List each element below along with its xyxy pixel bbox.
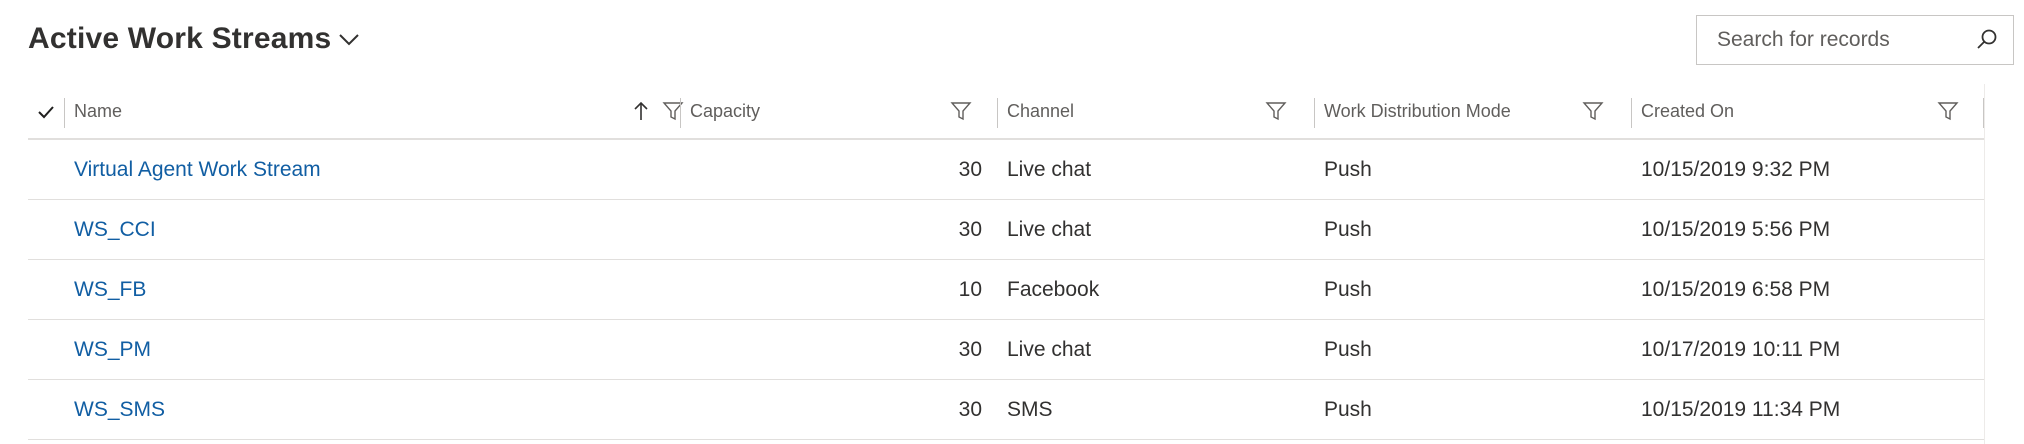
cell-channel: SMS bbox=[1007, 398, 1053, 421]
grid-header: Name Capacity Channel Work Distribution … bbox=[28, 84, 1984, 140]
record-link[interactable]: WS_FB bbox=[74, 278, 146, 301]
cell-created-on: 10/15/2019 11:34 PM bbox=[1641, 398, 1841, 421]
cell-work-distribution-mode: Push bbox=[1324, 218, 1372, 241]
column-header-label: Channel bbox=[1007, 101, 1075, 121]
filter-icon[interactable] bbox=[950, 100, 972, 122]
cell-name: WS_SMS bbox=[74, 380, 165, 439]
cell-capacity: 30 bbox=[958, 338, 982, 361]
column-separator bbox=[64, 98, 65, 128]
search-icon[interactable] bbox=[1975, 28, 1999, 52]
chevron-down-icon bbox=[339, 34, 359, 46]
records-grid: Name Capacity Channel Work Distribution … bbox=[28, 84, 1984, 440]
cell-capacity: 10 bbox=[958, 278, 982, 301]
column-header-label: Name bbox=[74, 101, 123, 121]
cell-channel: Live chat bbox=[1007, 338, 1092, 361]
table-row[interactable]: Virtual Agent Work Stream 30 Live chat P… bbox=[28, 140, 1984, 200]
cell-work-distribution-mode: Push bbox=[1324, 398, 1372, 421]
cell-channel: Live chat bbox=[1007, 158, 1092, 181]
cell-channel: Live chat bbox=[1007, 218, 1092, 241]
filter-icon[interactable] bbox=[1265, 100, 1287, 122]
column-header-name[interactable]: Name bbox=[66, 84, 706, 138]
column-header-label: Capacity bbox=[690, 101, 761, 121]
cell-capacity: 30 bbox=[958, 158, 982, 181]
column-separator bbox=[1631, 98, 1632, 128]
table-row[interactable]: WS_SMS 30 SMS Push 10/15/2019 11:34 PM bbox=[28, 380, 1984, 440]
column-header-label: Work Distribution Mode bbox=[1324, 101, 1511, 121]
cell-work-distribution-mode: Push bbox=[1324, 158, 1372, 181]
record-link[interactable]: WS_SMS bbox=[74, 398, 165, 421]
select-all-checkmark-icon[interactable] bbox=[36, 102, 56, 122]
cell-capacity: 30 bbox=[958, 398, 982, 421]
cell-created-on: 10/15/2019 9:32 PM bbox=[1641, 158, 1831, 181]
filter-icon[interactable] bbox=[1937, 100, 1959, 122]
search-box[interactable] bbox=[1696, 15, 2014, 65]
column-separator bbox=[997, 98, 998, 128]
grid-right-border bbox=[1984, 84, 1985, 444]
record-link[interactable]: Virtual Agent Work Stream bbox=[74, 158, 321, 181]
view-header: Active Work Streams bbox=[0, 0, 2024, 84]
column-header-capacity[interactable]: Capacity bbox=[682, 84, 996, 138]
cell-name: WS_CCI bbox=[74, 200, 156, 259]
cell-work-distribution-mode: Push bbox=[1324, 338, 1372, 361]
table-row[interactable]: WS_PM 30 Live chat Push 10/17/2019 10:11… bbox=[28, 320, 1984, 380]
cell-created-on: 10/15/2019 5:56 PM bbox=[1641, 218, 1831, 241]
table-row[interactable]: WS_CCI 30 Live chat Push 10/15/2019 5:56… bbox=[28, 200, 1984, 260]
cell-name: WS_FB bbox=[74, 260, 146, 319]
cell-capacity: 30 bbox=[958, 218, 982, 241]
column-header-label: Created On bbox=[1641, 101, 1735, 121]
column-separator bbox=[1314, 98, 1315, 128]
view-title: Active Work Streams bbox=[28, 22, 332, 55]
cell-created-on: 10/17/2019 10:11 PM bbox=[1641, 338, 1841, 361]
column-separator bbox=[680, 98, 681, 128]
table-row[interactable]: WS_FB 10 Facebook Push 10/15/2019 6:58 P… bbox=[28, 260, 1984, 320]
record-link[interactable]: WS_CCI bbox=[74, 218, 156, 241]
sort-ascending-arrow-icon[interactable] bbox=[630, 100, 652, 122]
column-header-work-distribution-mode[interactable]: Work Distribution Mode bbox=[1316, 84, 1632, 138]
search-input[interactable] bbox=[1717, 16, 1957, 64]
view-selector-button[interactable] bbox=[334, 28, 364, 52]
cell-name: WS_PM bbox=[74, 320, 151, 379]
cell-name: Virtual Agent Work Stream bbox=[74, 140, 321, 199]
cell-created-on: 10/15/2019 6:58 PM bbox=[1641, 278, 1831, 301]
cell-work-distribution-mode: Push bbox=[1324, 278, 1372, 301]
column-header-created-on[interactable]: Created On bbox=[1633, 84, 1983, 138]
record-link[interactable]: WS_PM bbox=[74, 338, 151, 361]
filter-icon[interactable] bbox=[1582, 100, 1604, 122]
column-header-channel[interactable]: Channel bbox=[999, 84, 1315, 138]
cell-channel: Facebook bbox=[1007, 278, 1100, 301]
